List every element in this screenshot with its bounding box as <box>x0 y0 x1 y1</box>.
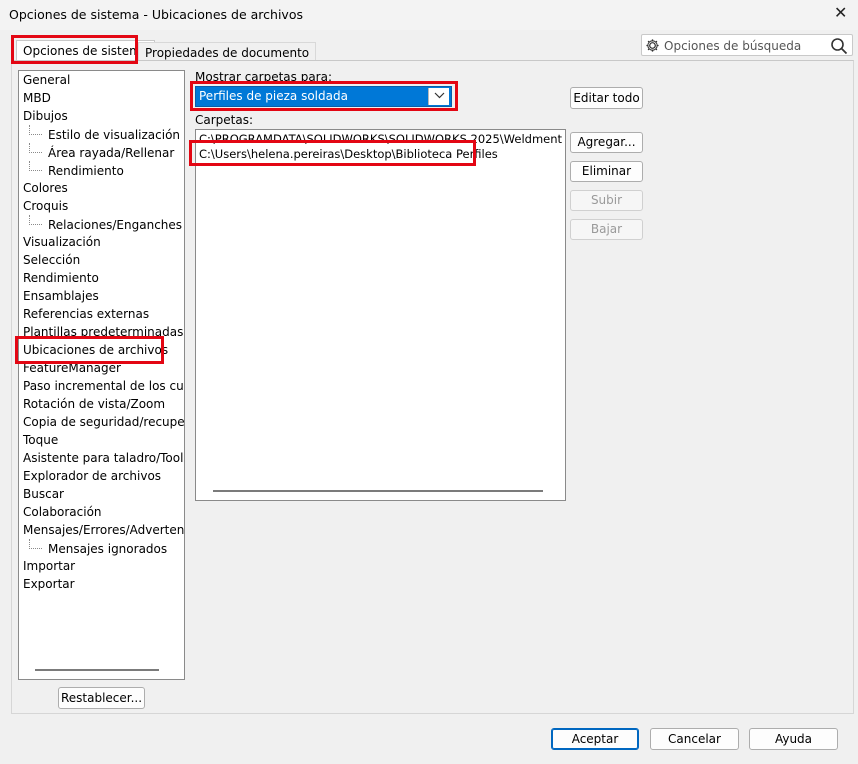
tab-system-options[interactable]: Opciones de sistema <box>16 40 156 61</box>
tree-item-label: Explorador de archivos <box>23 469 162 483</box>
tree-item-visualizacion[interactable]: Visualización <box>23 233 101 251</box>
tree-item-label: Colaboración <box>23 505 102 519</box>
tree-item-ubicaciones-archivos[interactable]: Ubicaciones de archivos <box>23 341 168 359</box>
tree-item-label: Plantillas predeterminadas <box>23 325 184 339</box>
tree-item-mensajes-ignorados[interactable]: Mensajes ignorados <box>29 539 167 557</box>
tree-item-label: Croquis <box>23 199 69 213</box>
reset-button[interactable]: Restablecer... <box>58 687 145 709</box>
tree-item-label: Ensamblajes <box>23 289 99 303</box>
show-folders-dropdown[interactable]: Perfiles de pieza soldada <box>195 86 452 107</box>
tree-item-rendimiento-dibujos[interactable]: Rendimiento <box>29 161 124 179</box>
move-up-button[interactable]: Subir <box>570 190 643 211</box>
search-input[interactable]: Opciones de búsqueda <box>664 39 801 53</box>
tree-item-seleccion[interactable]: Selección <box>23 251 80 269</box>
ok-button[interactable]: Aceptar <box>551 728 639 750</box>
search-icon[interactable] <box>830 37 848 55</box>
tree-connector <box>29 161 42 171</box>
tree-item-label: Dibujos <box>23 109 68 123</box>
tree-item-label: Rendimiento <box>23 271 99 285</box>
tree-connector <box>29 125 42 135</box>
window-title: Opciones de sistema - Ubicaciones de arc… <box>9 7 303 22</box>
tree-item-croquis[interactable]: Croquis <box>23 197 68 215</box>
tree-item-label: MBD <box>23 91 51 105</box>
tree-horizontal-scrollbar[interactable] <box>35 669 159 671</box>
tree-item-rotacion-zoom[interactable]: Rotación de vista/Zoom <box>23 395 165 413</box>
tree-item-explorador-archivos[interactable]: Explorador de archivos <box>23 467 161 485</box>
list-item[interactable]: C:\PROGRAMDATA\SOLIDWORKS\SOLIDWORKS 202… <box>199 131 565 147</box>
tree-item-relaciones[interactable]: Relaciones/Enganches <box>29 215 182 233</box>
tree-item-label: Selección <box>23 253 81 267</box>
show-folders-label: Mostrar carpetas para: <box>195 70 332 84</box>
tree-item-featuremanager[interactable]: FeatureManager <box>23 359 121 377</box>
tree-item-general[interactable]: General <box>23 71 70 89</box>
tree-connector <box>29 215 42 225</box>
tree-item-label: Referencias externas <box>23 307 150 321</box>
tree-item-label: Relaciones/Enganches <box>48 218 183 232</box>
tree-item-label: Mensajes/Errores/Advertencias <box>23 523 185 537</box>
folders-label: Carpetas: <box>195 113 254 127</box>
gear-icon <box>646 39 659 52</box>
tree-item-label: General <box>23 73 71 87</box>
list-item[interactable]: C:\Users\helena.pereiras\Desktop\Bibliot… <box>199 146 498 162</box>
tree-item-label: Copia de seguridad/recuperar <box>23 415 185 429</box>
tree-connector <box>29 143 42 153</box>
chevron-down-icon[interactable] <box>428 88 449 105</box>
tree-item-label: Importar <box>23 559 76 573</box>
tree-item-label: Mensajes ignorados <box>48 542 168 556</box>
tree-item-buscar[interactable]: Buscar <box>23 485 64 503</box>
chevron-down-glyph <box>434 92 444 99</box>
folders-horizontal-scrollbar[interactable] <box>213 490 543 492</box>
tree-item-label: Área rayada/Rellenar <box>48 146 175 160</box>
tree-item-label: Rendimiento <box>48 164 124 178</box>
tree-item-label: Asistente para taladro/Toolbox <box>23 451 184 465</box>
tree-item-importar[interactable]: Importar <box>23 557 75 575</box>
tree-item-label: Colores <box>23 181 68 195</box>
search-options-box[interactable]: Opciones de búsqueda <box>641 34 853 56</box>
tree-item-colaboracion[interactable]: Colaboración <box>23 503 102 521</box>
tree-item-colores[interactable]: Colores <box>23 179 68 197</box>
tree-item-asistente-taladro[interactable]: Asistente para taladro/Toolbox <box>23 449 184 467</box>
tree-item-rendimiento[interactable]: Rendimiento <box>23 269 99 287</box>
tree-item-label: Toque <box>23 433 59 447</box>
cancel-button[interactable]: Cancelar <box>650 728 739 750</box>
tree-item-referencias-externas[interactable]: Referencias externas <box>23 305 149 323</box>
tree-item-paso-incremental[interactable]: Paso incremental de los cuadros <box>23 377 184 395</box>
tree-item-estilo-visualizacion[interactable]: Estilo de visualización <box>29 125 180 143</box>
move-down-button[interactable]: Bajar <box>570 219 643 240</box>
title-bar: Opciones de sistema - Ubicaciones de arc… <box>0 0 858 30</box>
tree-item-area-rayada[interactable]: Área rayada/Rellenar <box>29 143 174 161</box>
tree-item-label: Rotación de vista/Zoom <box>23 397 166 411</box>
tree-item-dibujos[interactable]: Dibujos <box>23 107 68 125</box>
tree-item-copia-seguridad[interactable]: Copia de seguridad/recuperar <box>23 413 185 431</box>
tree-item-ensamblajes[interactable]: Ensamblajes <box>23 287 99 305</box>
delete-button[interactable]: Eliminar <box>570 161 643 182</box>
folders-list[interactable]: C:\PROGRAMDATA\SOLIDWORKS\SOLIDWORKS 202… <box>195 129 566 501</box>
tree-item-label: Buscar <box>23 487 64 501</box>
close-icon[interactable]: ✕ <box>834 3 847 22</box>
options-tree[interactable]: General MBD Dibujos Estilo de visualizac… <box>18 70 185 680</box>
add-button[interactable]: Agregar... <box>570 132 643 153</box>
tree-connector <box>29 539 42 549</box>
tree-item-mensajes[interactable]: Mensajes/Errores/Advertencias <box>23 521 185 539</box>
tree-item-exportar[interactable]: Exportar <box>23 575 75 593</box>
edit-all-button[interactable]: Editar todo <box>570 87 643 109</box>
tree-item-mbd[interactable]: MBD <box>23 89 51 107</box>
tree-item-toque[interactable]: Toque <box>23 431 58 449</box>
show-folders-value: Perfiles de pieza soldada <box>199 89 348 103</box>
tree-item-label: Exportar <box>23 577 75 591</box>
tree-item-label: Estilo de visualización <box>48 128 181 142</box>
tree-item-plantillas[interactable]: Plantillas predeterminadas <box>23 323 183 341</box>
tree-item-label: Visualización <box>23 235 101 249</box>
help-button[interactable]: Ayuda <box>749 728 838 750</box>
tree-item-label: FeatureManager <box>23 361 121 375</box>
tree-item-label: Paso incremental de los cuadros <box>23 379 184 393</box>
tree-item-label: Ubicaciones de archivos <box>23 343 169 357</box>
